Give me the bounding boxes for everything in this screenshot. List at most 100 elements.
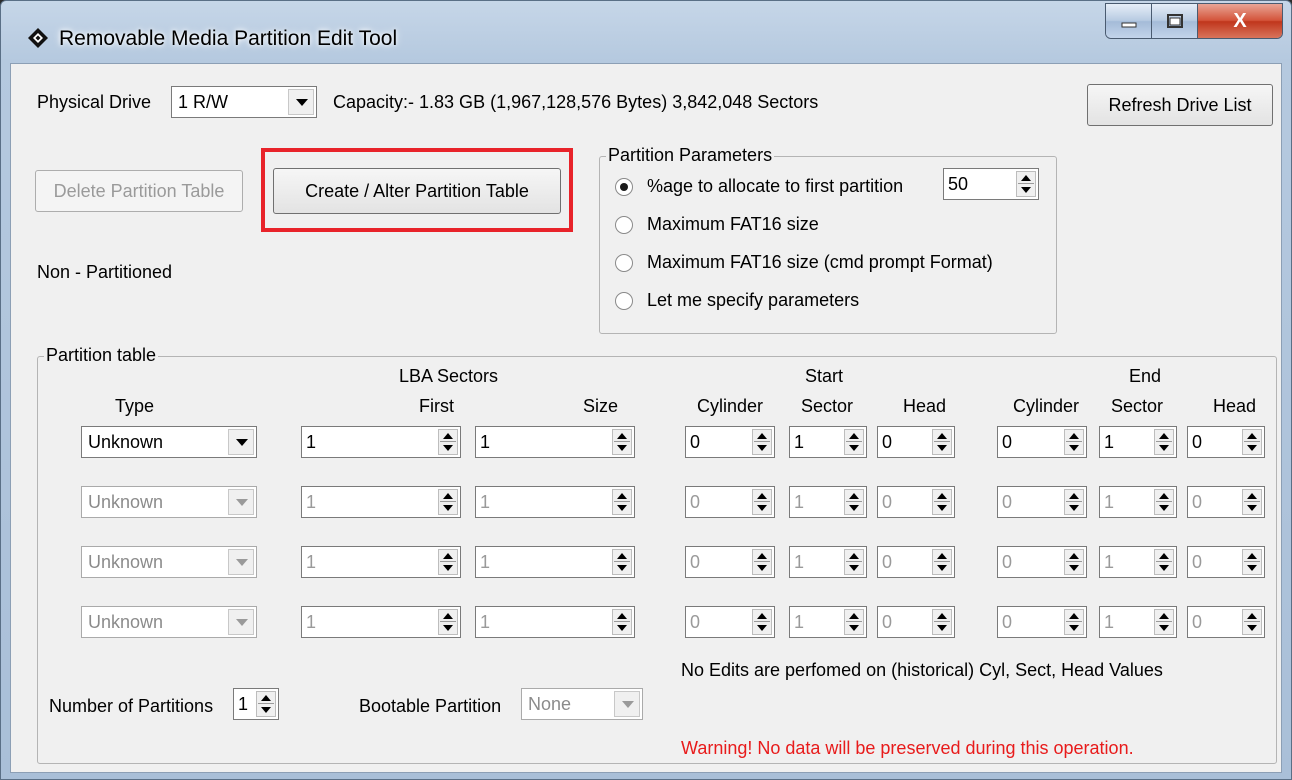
radio-max-fat16[interactable] [615, 216, 633, 234]
delete-partition-table-button[interactable]: Delete Partition Table [35, 170, 243, 212]
partition-e-cyl-stepper[interactable]: 0 [997, 546, 1087, 578]
partition-s-sec-stepper[interactable]: 1 [789, 546, 867, 578]
partition-type-select[interactable]: Unknown [81, 606, 257, 638]
updown-icon[interactable] [256, 691, 276, 717]
partition-e-cyl-stepper[interactable]: 0 [997, 426, 1087, 458]
minimize-button[interactable] [1106, 4, 1152, 38]
maximize-button[interactable] [1152, 4, 1198, 38]
updown-icon[interactable] [932, 429, 952, 455]
updown-icon[interactable] [438, 609, 458, 635]
percent-stepper[interactable]: 50 [943, 168, 1039, 200]
updown-icon[interactable] [438, 489, 458, 515]
partition-e-head-stepper[interactable]: 0 [1187, 426, 1265, 458]
updown-icon[interactable] [438, 549, 458, 575]
updown-icon[interactable] [1064, 489, 1084, 515]
number-of-partitions-stepper[interactable]: 1 [233, 688, 279, 720]
refresh-drive-list-button[interactable]: Refresh Drive List [1087, 84, 1273, 126]
partition-type-select[interactable]: Unknown [81, 426, 257, 458]
partition-s-head-stepper[interactable]: 0 [877, 426, 955, 458]
partition-s-head-stepper[interactable]: 0 [877, 486, 955, 518]
end-head-header: Head [1213, 396, 1257, 416]
updown-icon[interactable] [1242, 429, 1262, 455]
partition-first-stepper[interactable]: 1 [301, 606, 461, 638]
updown-icon[interactable] [1064, 609, 1084, 635]
updown-icon[interactable] [1154, 609, 1174, 635]
title-bar[interactable]: Removable Media Partition Edit Tool X [1, 1, 1291, 63]
partition-s-sec-stepper[interactable]: 1 [789, 426, 867, 458]
updown-icon[interactable] [1016, 171, 1036, 197]
partition-first-stepper[interactable]: 1 [301, 426, 461, 458]
capacity-text: Capacity:- 1.83 GB (1,967,128,576 Bytes)… [333, 92, 819, 112]
updown-icon[interactable] [612, 549, 632, 575]
updown-icon[interactable] [1242, 549, 1262, 575]
partition-e-head-stepper[interactable]: 0 [1187, 546, 1265, 578]
updown-icon[interactable] [438, 429, 458, 455]
updown-icon[interactable] [612, 429, 632, 455]
updown-icon[interactable] [752, 429, 772, 455]
updown-icon[interactable] [1064, 549, 1084, 575]
partition-e-sec-stepper[interactable]: 1 [1099, 606, 1177, 638]
chevron-down-icon[interactable] [228, 549, 254, 575]
radio-percent[interactable] [615, 178, 633, 196]
partition-s-cyl-stepper[interactable]: 0 [685, 546, 775, 578]
partition-e-cyl-value: 0 [1002, 492, 1013, 512]
updown-icon[interactable] [1242, 489, 1262, 515]
partition-s-cyl-stepper[interactable]: 0 [685, 486, 775, 518]
chevron-down-icon[interactable] [614, 691, 640, 717]
updown-icon[interactable] [844, 609, 864, 635]
partition-size-stepper[interactable]: 1 [475, 546, 635, 578]
client-area: Physical Drive 1 R/W Capacity:- 1.83 GB … [10, 63, 1282, 773]
updown-icon[interactable] [752, 549, 772, 575]
updown-icon[interactable] [1242, 609, 1262, 635]
partition-e-cyl-stepper[interactable]: 0 [997, 606, 1087, 638]
updown-icon[interactable] [612, 609, 632, 635]
updown-icon[interactable] [932, 609, 952, 635]
updown-icon[interactable] [1154, 429, 1174, 455]
partition-size-stepper[interactable]: 1 [475, 606, 635, 638]
partition-first-stepper[interactable]: 1 [301, 546, 461, 578]
partition-s-cyl-stepper[interactable]: 0 [685, 426, 775, 458]
partition-e-sec-stepper[interactable]: 1 [1099, 546, 1177, 578]
partition-e-head-stepper[interactable]: 0 [1187, 606, 1265, 638]
partition-type-value: Unknown [88, 552, 164, 572]
chevron-down-icon[interactable] [228, 489, 254, 515]
partition-table-legend: Partition table [44, 345, 159, 366]
radio-specify[interactable] [615, 292, 633, 310]
partition-e-sec-value: 1 [1104, 492, 1115, 512]
updown-icon[interactable] [932, 489, 952, 515]
partition-type-select[interactable]: Unknown [81, 486, 257, 518]
partition-e-sec-stepper[interactable]: 1 [1099, 426, 1177, 458]
partition-size-value: 1 [480, 492, 491, 512]
updown-icon[interactable] [932, 549, 952, 575]
updown-icon[interactable] [844, 549, 864, 575]
partition-s-head-stepper[interactable]: 0 [877, 606, 955, 638]
updown-icon[interactable] [844, 489, 864, 515]
partition-e-sec-stepper[interactable]: 1 [1099, 486, 1177, 518]
partition-e-head-stepper[interactable]: 0 [1187, 486, 1265, 518]
updown-icon[interactable] [1154, 549, 1174, 575]
radio-max-fat16-cmd[interactable] [615, 254, 633, 272]
close-button[interactable]: X [1198, 4, 1282, 38]
app-window: Removable Media Partition Edit Tool X Ph… [0, 0, 1292, 780]
partition-s-head-stepper[interactable]: 0 [877, 546, 955, 578]
updown-icon[interactable] [612, 489, 632, 515]
updown-icon[interactable] [752, 609, 772, 635]
partition-size-value: 1 [480, 432, 491, 452]
partition-s-sec-stepper[interactable]: 1 [789, 606, 867, 638]
chevron-down-icon[interactable] [228, 609, 254, 635]
partition-size-stepper[interactable]: 1 [475, 426, 635, 458]
updown-icon[interactable] [1064, 429, 1084, 455]
partition-size-stepper[interactable]: 1 [475, 486, 635, 518]
updown-icon[interactable] [752, 489, 772, 515]
chevron-down-icon[interactable] [288, 89, 314, 115]
bootable-partition-select[interactable]: None [521, 688, 643, 720]
physical-drive-select[interactable]: 1 R/W [171, 86, 317, 118]
chevron-down-icon[interactable] [228, 429, 254, 455]
updown-icon[interactable] [1154, 489, 1174, 515]
partition-s-sec-stepper[interactable]: 1 [789, 486, 867, 518]
partition-e-cyl-stepper[interactable]: 0 [997, 486, 1087, 518]
partition-first-stepper[interactable]: 1 [301, 486, 461, 518]
partition-s-cyl-stepper[interactable]: 0 [685, 606, 775, 638]
partition-type-select[interactable]: Unknown [81, 546, 257, 578]
updown-icon[interactable] [844, 429, 864, 455]
